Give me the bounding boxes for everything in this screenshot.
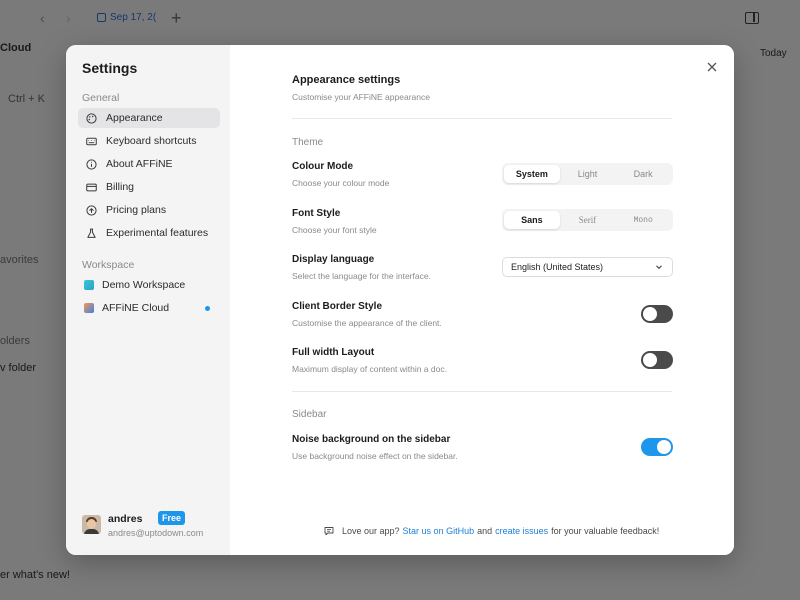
sidebar-item-affine-cloud[interactable]: AFFiNE Cloud: [78, 298, 220, 318]
divider: [292, 391, 672, 392]
workspace-logo-icon: [84, 303, 94, 313]
font-style-title: Font Style: [292, 208, 341, 219]
display-language-title: Display language: [292, 254, 375, 265]
colour-mode-title: Colour Mode: [292, 161, 354, 172]
footer-suffix: for your valuable feedback!: [551, 526, 660, 536]
account-name: andres: [108, 513, 143, 525]
sidebar-item-label: AFFiNE Cloud: [102, 302, 170, 314]
client-border-desc: Customise the appearance of the client.: [292, 318, 442, 328]
footer-and: and: [477, 526, 493, 536]
settings-sidebar: Settings General Appearance Keyboard sho…: [66, 45, 230, 555]
upgrade-icon: [84, 203, 98, 217]
language-value: English (United States): [511, 262, 604, 272]
page-subtitle: Customise your AFFiNE appearance: [292, 92, 430, 102]
language-dropdown[interactable]: English (United States): [502, 257, 673, 277]
display-language-desc: Select the language for the interface.: [292, 271, 431, 281]
feedback-icon: [324, 527, 334, 536]
close-icon: [707, 62, 717, 72]
font-style-mono[interactable]: Mono: [615, 211, 671, 229]
sidebar-item-label: Demo Workspace: [102, 279, 186, 291]
theme-section-title: Theme: [292, 137, 324, 148]
feedback-footer: Love our app? Star us on GitHub and crea…: [324, 526, 662, 536]
sidebar-item-billing[interactable]: Billing: [78, 177, 220, 197]
full-width-desc: Maximum display of content within a doc.: [292, 364, 447, 374]
font-style-serif[interactable]: Serif: [560, 211, 616, 229]
settings-content: Appearance settings Customise your AFFiN…: [230, 45, 734, 555]
sidebar-section-title: Sidebar: [292, 409, 327, 420]
sidebar-item-appearance[interactable]: Appearance: [78, 108, 220, 128]
palette-icon: [84, 111, 98, 125]
general-section-label: General: [82, 92, 120, 104]
credit-card-icon: [84, 180, 98, 194]
experiment-icon: [84, 226, 98, 240]
info-icon: [84, 157, 98, 171]
sidebar-item-label: Experimental features: [106, 227, 209, 239]
noise-bg-desc: Use background noise effect on the sideb…: [292, 451, 458, 461]
sidebar-item-demo-workspace[interactable]: Demo Workspace: [78, 275, 220, 295]
sidebar-item-experimental-features[interactable]: Experimental features: [78, 223, 220, 243]
page-title: Appearance settings: [292, 74, 401, 86]
workspace-logo-icon: [84, 280, 94, 290]
colour-mode-dark[interactable]: Dark: [615, 165, 671, 183]
full-width-toggle[interactable]: [641, 351, 673, 369]
keyboard-icon: [84, 134, 98, 148]
colour-mode-light[interactable]: Light: [560, 165, 616, 183]
footer-prefix: Love our app?: [342, 526, 400, 536]
noise-bg-toggle[interactable]: [641, 438, 673, 456]
sidebar-item-label: Appearance: [106, 112, 163, 124]
sidebar-item-label: Pricing plans: [106, 204, 167, 216]
chevron-down-icon: [656, 265, 662, 270]
settings-modal: Settings General Appearance Keyboard sho…: [66, 45, 734, 555]
star-github-link[interactable]: Star us on GitHub: [403, 526, 475, 536]
sidebar-item-label: About AFFiNE: [106, 158, 173, 170]
workspace-section-label: Workspace: [82, 259, 135, 271]
status-dot: [205, 306, 210, 311]
sidebar-item-label: Keyboard shortcuts: [106, 135, 197, 147]
colour-mode-desc: Choose your colour mode: [292, 178, 390, 188]
sidebar-item-label: Billing: [106, 181, 135, 193]
account-email: andres@uptodown.com: [108, 528, 204, 538]
client-border-toggle[interactable]: [641, 305, 673, 323]
font-style-sans[interactable]: Sans: [504, 211, 560, 229]
plan-badge: Free: [158, 511, 186, 525]
sidebar-item-pricing-plans[interactable]: Pricing plans: [78, 200, 220, 220]
noise-bg-title: Noise background on the sidebar: [292, 434, 451, 445]
font-style-selector: Sans Serif Mono: [502, 209, 673, 231]
account-info[interactable]: andres Free andres@uptodown.com: [82, 511, 222, 539]
close-button[interactable]: [704, 59, 720, 75]
avatar: [82, 515, 101, 534]
colour-mode-selector: System Light Dark: [502, 163, 673, 185]
full-width-title: Full width Layout: [292, 347, 375, 358]
client-border-title: Client Border Style: [292, 301, 383, 312]
create-issues-link[interactable]: create issues: [495, 526, 548, 536]
colour-mode-system[interactable]: System: [504, 165, 560, 183]
settings-title: Settings: [82, 60, 138, 76]
sidebar-item-about[interactable]: About AFFiNE: [78, 154, 220, 174]
sidebar-item-keyboard-shortcuts[interactable]: Keyboard shortcuts: [78, 131, 220, 151]
divider: [292, 118, 672, 119]
font-style-desc: Choose your font style: [292, 225, 377, 235]
